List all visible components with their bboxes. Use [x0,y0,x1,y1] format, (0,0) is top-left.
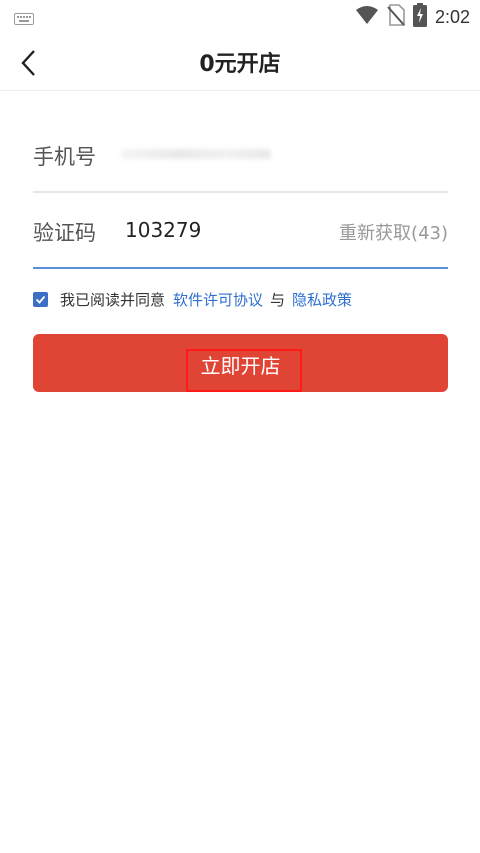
code-label: 验证码 [33,221,96,245]
keyboard-icon [14,10,34,25]
agreement-row: 我已阅读并同意 软件许可协议 与 隐私政策 [33,288,352,310]
phone-field[interactable]: 手机号 [33,117,448,193]
code-input-value[interactable]: 103279 [125,218,201,242]
page-title: 0元开店 [199,52,281,77]
agreement-prefix: 我已阅读并同意 [60,290,166,309]
agreement-checkbox[interactable] [33,291,48,307]
license-agreement-link[interactable]: 软件许可协议 [173,289,263,310]
status-time: 2:02 [434,6,470,27]
checkmark-icon [35,295,46,304]
code-field[interactable]: 验证码 103279 重新获取(43) [33,193,448,269]
phone-value-redacted [121,149,271,159]
wifi-icon [355,5,379,29]
phone-label: 手机号 [33,145,96,169]
resend-code-button[interactable]: 重新获取(43) [339,219,448,245]
highlight-box [186,349,302,392]
header: 0元开店 [0,34,480,91]
privacy-policy-link[interactable]: 隐私政策 [292,289,352,310]
battery-charging-icon [412,3,427,31]
no-sim-icon [387,4,405,30]
agreement-conjunction: 与 [270,290,286,309]
status-bar: 2:02 [0,0,480,34]
